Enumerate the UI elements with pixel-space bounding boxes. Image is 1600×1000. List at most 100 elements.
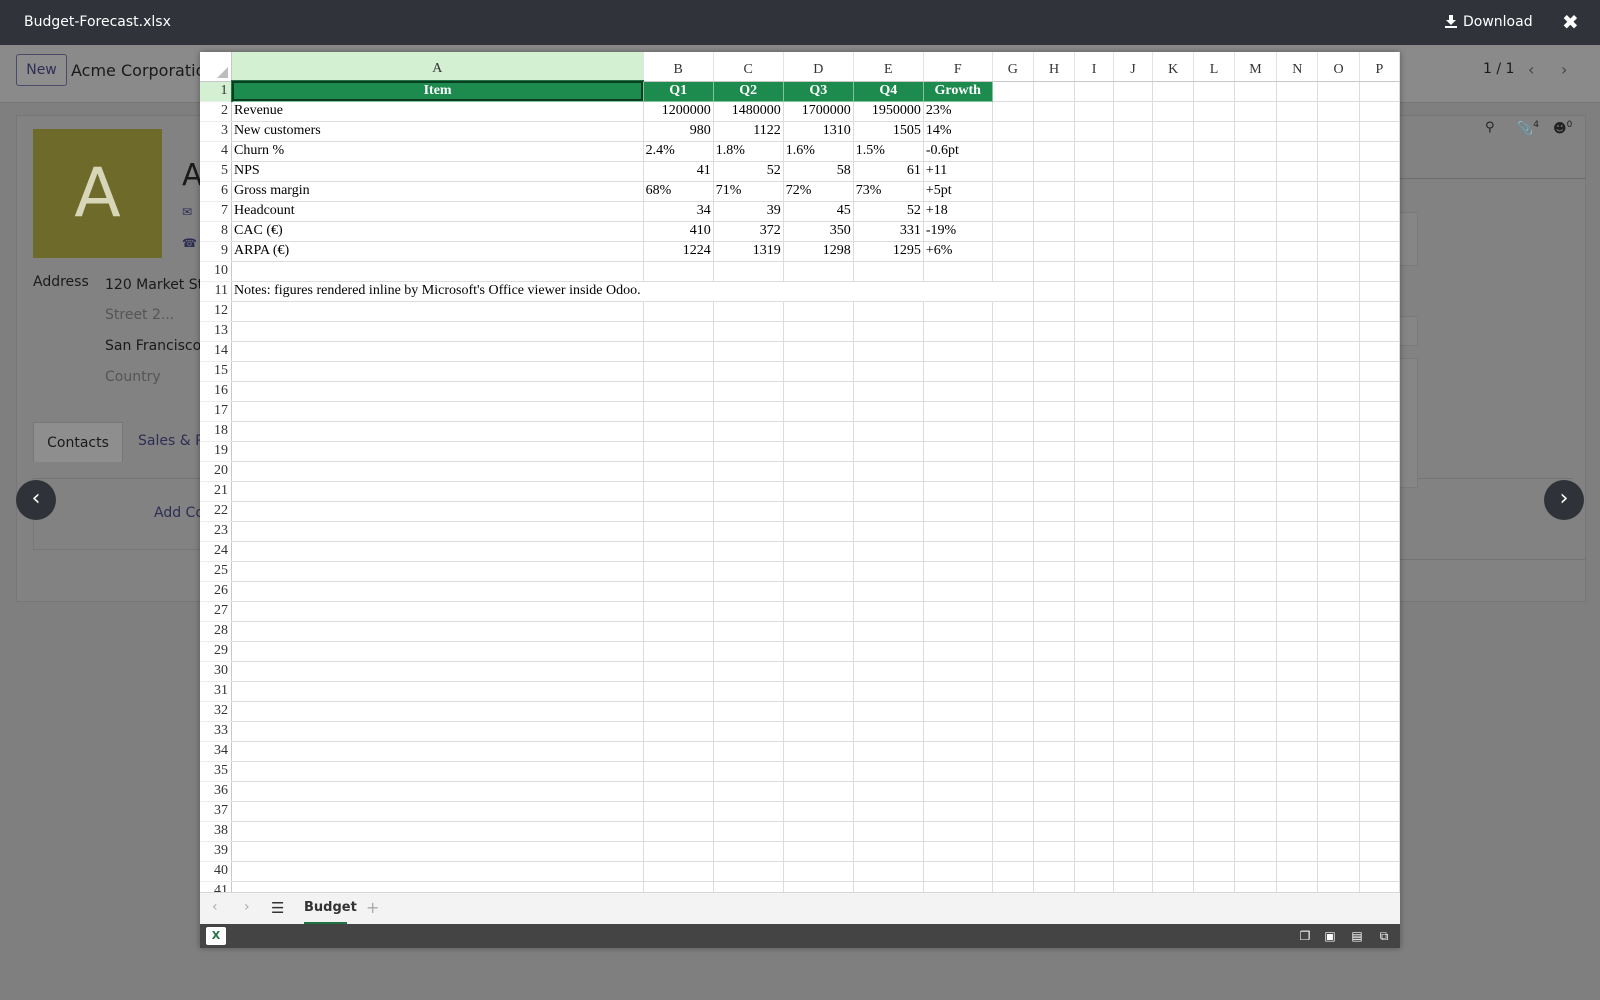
cell[interactable] [1359, 401, 1400, 422]
row-header[interactable]: 19 [200, 441, 233, 462]
cell[interactable] [713, 501, 784, 522]
row-header[interactable]: 40 [200, 861, 233, 882]
cell[interactable] [1276, 781, 1319, 802]
search-icon[interactable]: ⚲ [1485, 120, 1495, 135]
cell[interactable] [713, 561, 784, 582]
cell[interactable] [231, 741, 644, 762]
row-header[interactable]: 38 [200, 821, 233, 842]
cell[interactable] [1234, 881, 1278, 892]
cell[interactable] [1113, 381, 1154, 402]
cell[interactable] [1113, 881, 1154, 892]
sheet-prev-icon[interactable]: ‹ [212, 899, 218, 915]
cell[interactable] [783, 801, 854, 822]
cell[interactable] [783, 341, 854, 362]
cell[interactable] [231, 521, 644, 542]
cell[interactable] [853, 721, 924, 742]
cell[interactable] [1193, 681, 1235, 702]
cell[interactable] [1033, 701, 1076, 722]
cell[interactable] [713, 841, 784, 862]
cell[interactable] [1276, 281, 1319, 302]
cell[interactable] [1152, 461, 1195, 482]
cell[interactable] [1359, 661, 1400, 682]
cell[interactable] [1193, 481, 1235, 502]
cell[interactable] [1359, 481, 1400, 502]
cell[interactable] [1317, 81, 1360, 102]
cell[interactable] [1074, 141, 1114, 162]
cell[interactable] [1152, 641, 1195, 662]
cell[interactable] [1152, 581, 1195, 602]
cell[interactable] [1317, 141, 1360, 162]
cell[interactable] [1193, 801, 1235, 822]
cell[interactable] [1113, 321, 1154, 342]
cell[interactable] [1113, 701, 1154, 722]
cell[interactable] [1193, 441, 1235, 462]
city-field[interactable]: San Francisco [105, 338, 201, 354]
reading-view-icon[interactable]: ▤ [1349, 928, 1365, 944]
header-cell[interactable]: Q4 [853, 81, 924, 102]
cell[interactable] [713, 541, 784, 562]
cell[interactable] [1074, 821, 1114, 842]
cell[interactable] [231, 401, 644, 422]
cell[interactable] [992, 341, 1034, 362]
cell[interactable] [1359, 881, 1400, 892]
cell[interactable] [1033, 841, 1076, 862]
cell[interactable] [1074, 101, 1114, 122]
cell[interactable] [992, 881, 1034, 892]
cell[interactable] [1359, 861, 1400, 882]
cell[interactable] [1359, 321, 1400, 342]
data-cell[interactable]: 1319 [713, 241, 784, 262]
cell[interactable] [1193, 281, 1235, 302]
cell[interactable] [1152, 481, 1195, 502]
cell[interactable] [1033, 881, 1076, 892]
cell[interactable] [1193, 721, 1235, 742]
cell[interactable] [1033, 541, 1076, 562]
cell[interactable] [783, 381, 854, 402]
cell[interactable] [783, 721, 854, 742]
cell[interactable] [1276, 641, 1319, 662]
cell[interactable] [1193, 761, 1235, 782]
cell[interactable] [1276, 841, 1319, 862]
cell[interactable] [1152, 621, 1195, 642]
cell[interactable] [1317, 341, 1360, 362]
data-cell[interactable]: 1.8% [713, 141, 784, 162]
cell[interactable] [1074, 641, 1114, 662]
cell[interactable] [1193, 181, 1235, 202]
cell[interactable] [1234, 701, 1278, 722]
cell[interactable] [783, 501, 854, 522]
cell[interactable] [1152, 341, 1195, 362]
cell[interactable] [1359, 201, 1400, 222]
pager-next-icon[interactable]: › [1561, 60, 1567, 79]
cell[interactable] [1074, 681, 1114, 702]
cell[interactable] [1234, 101, 1278, 122]
cell[interactable] [783, 841, 854, 862]
cell[interactable] [1152, 601, 1195, 622]
cell[interactable] [783, 661, 854, 682]
cell[interactable] [643, 421, 714, 442]
cell[interactable] [992, 841, 1034, 862]
cell[interactable] [923, 461, 993, 482]
cell[interactable] [992, 281, 1034, 302]
cell[interactable] [923, 321, 993, 342]
cell[interactable] [1074, 881, 1114, 892]
cell[interactable] [923, 841, 993, 862]
cell[interactable] [1113, 821, 1154, 842]
cell[interactable] [643, 861, 714, 882]
cell[interactable] [1317, 681, 1360, 702]
cell[interactable] [1234, 561, 1278, 582]
row-header[interactable]: 39 [200, 841, 233, 862]
row-header[interactable]: 13 [200, 321, 233, 342]
cell[interactable] [1234, 261, 1278, 282]
cell[interactable] [992, 141, 1034, 162]
cell[interactable] [923, 721, 993, 742]
cell[interactable] [1317, 461, 1360, 482]
cell[interactable] [231, 781, 644, 802]
cell[interactable] [853, 521, 924, 542]
cell[interactable] [1276, 881, 1319, 892]
row-header[interactable]: 18 [200, 421, 233, 442]
cell[interactable] [1234, 381, 1278, 402]
cell[interactable] [1359, 141, 1400, 162]
cell[interactable] [1193, 361, 1235, 382]
cell[interactable] [923, 401, 993, 422]
cell[interactable] [643, 281, 714, 302]
row-header[interactable]: 31 [200, 681, 233, 702]
